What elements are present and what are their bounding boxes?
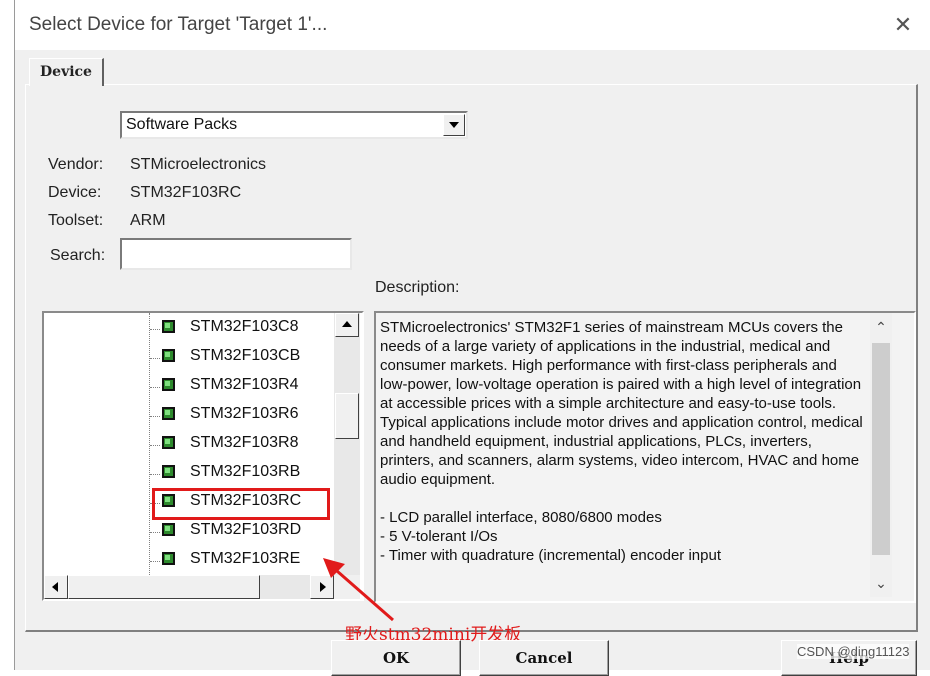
tree-branch-line bbox=[150, 329, 160, 330]
tree-item-label: STM32F103R6 bbox=[190, 405, 299, 422]
cancel-button[interactable]: Cancel bbox=[479, 640, 609, 676]
search-input[interactable] bbox=[120, 238, 352, 270]
toolset-label: Toolset: bbox=[48, 212, 104, 229]
tree-item[interactable]: STM32F103R6 bbox=[150, 404, 350, 428]
scroll-left-button[interactable] bbox=[44, 575, 68, 599]
description-scroll-thumb[interactable] bbox=[872, 343, 890, 555]
tree-item[interactable]: STM32F103CB bbox=[150, 346, 350, 370]
description-feature: - Timer with quadrature (incremental) en… bbox=[380, 547, 721, 564]
scroll-thumb[interactable] bbox=[335, 393, 359, 439]
description-paragraph: Typical applications include motor drive… bbox=[380, 414, 863, 488]
tree-item-label: STM32F103RE bbox=[190, 550, 301, 567]
ok-button[interactable]: OK bbox=[331, 640, 461, 676]
watermark: CSDN @ding11123 bbox=[797, 644, 910, 659]
chevron-down-icon[interactable]: ⌄ bbox=[874, 575, 888, 592]
chip-icon bbox=[162, 378, 175, 391]
scroll-thumb-horizontal[interactable] bbox=[68, 575, 260, 599]
tree-branch-line bbox=[150, 387, 160, 388]
chip-icon bbox=[162, 552, 175, 565]
tree-branch-line bbox=[150, 416, 160, 417]
close-icon[interactable]: ✕ bbox=[887, 10, 919, 40]
chevron-down-icon bbox=[449, 122, 459, 128]
description-paragraph: STMicroelectronics' STM32F1 series of ma… bbox=[380, 319, 862, 412]
tree-item[interactable]: STM32F103RD bbox=[150, 520, 350, 544]
scroll-up-button[interactable] bbox=[335, 313, 359, 337]
description-scrollbar[interactable]: ⌃ ⌄ bbox=[870, 313, 892, 597]
arrow-left-icon bbox=[52, 582, 58, 592]
description-feature: - LCD parallel interface, 8080/6800 mode… bbox=[380, 509, 662, 526]
tab-device[interactable]: Device bbox=[29, 58, 104, 86]
tree-item-label: STM32F103CB bbox=[190, 347, 301, 364]
description-feature: - 5 V-tolerant I/Os bbox=[380, 528, 498, 545]
description-blank-line bbox=[380, 489, 868, 508]
chevron-up-icon[interactable]: ⌃ bbox=[874, 319, 888, 336]
vendor-value: STMicroelectronics bbox=[130, 156, 267, 173]
tree-item[interactable]: STM32F103R4 bbox=[150, 375, 350, 399]
selection-highlight-box bbox=[152, 488, 330, 520]
chip-icon bbox=[162, 465, 175, 478]
chip-icon bbox=[162, 436, 175, 449]
tree-item[interactable]: STM32F103C8 bbox=[150, 317, 350, 341]
toolset-value: ARM bbox=[130, 212, 166, 229]
dialog-client: Device Software Packs Vendor: STMicroele… bbox=[15, 50, 930, 676]
tree-item-label: STM32F103R4 bbox=[190, 376, 299, 393]
window-title: Select Device for Target 'Target 1'... bbox=[29, 14, 328, 35]
tree-vertical-scrollbar[interactable] bbox=[334, 313, 360, 575]
description-box[interactable]: STMicroelectronics' STM32F1 series of ma… bbox=[374, 311, 916, 603]
tree-item-label: STM32F103C8 bbox=[190, 318, 299, 335]
search-label: Search: bbox=[50, 247, 106, 264]
chip-icon bbox=[162, 349, 175, 362]
tree-item-label: STM32F103RB bbox=[190, 463, 301, 480]
pack-source-select[interactable]: Software Packs bbox=[120, 111, 468, 139]
tree-horizontal-scrollbar[interactable] bbox=[44, 575, 334, 599]
dialog-window: Select Device for Target 'Target 1'... ✕… bbox=[14, 0, 930, 676]
description-text: STMicroelectronics' STM32F1 series of ma… bbox=[380, 318, 868, 565]
tree-branch-line bbox=[150, 561, 160, 562]
title-bar: Select Device for Target 'Target 1'... ✕ bbox=[15, 0, 930, 50]
tree-item-label: STM32F103R8 bbox=[190, 434, 299, 451]
chip-icon bbox=[162, 523, 175, 536]
vendor-label: Vendor: bbox=[48, 156, 104, 173]
description-label: Description: bbox=[375, 279, 460, 296]
dropdown-button[interactable] bbox=[443, 114, 465, 136]
pack-source-value: Software Packs bbox=[126, 116, 238, 133]
chip-icon bbox=[162, 407, 175, 420]
tree-branch-line bbox=[150, 358, 160, 359]
device-value: STM32F103RC bbox=[130, 184, 242, 201]
tree-branch-line bbox=[150, 445, 160, 446]
tree-branch-line bbox=[150, 474, 160, 475]
device-label: Device: bbox=[48, 184, 102, 201]
device-tab-panel: Software Packs Vendor: STMicroelectronic… bbox=[25, 84, 918, 632]
tree-item-label: STM32F103RD bbox=[190, 521, 302, 538]
chip-icon bbox=[162, 320, 175, 333]
tree-branch-line bbox=[150, 532, 160, 533]
arrow-up-icon bbox=[342, 321, 352, 327]
tree-item[interactable]: STM32F103R8 bbox=[150, 433, 350, 457]
tree-item[interactable]: STM32F103RB bbox=[150, 462, 350, 486]
